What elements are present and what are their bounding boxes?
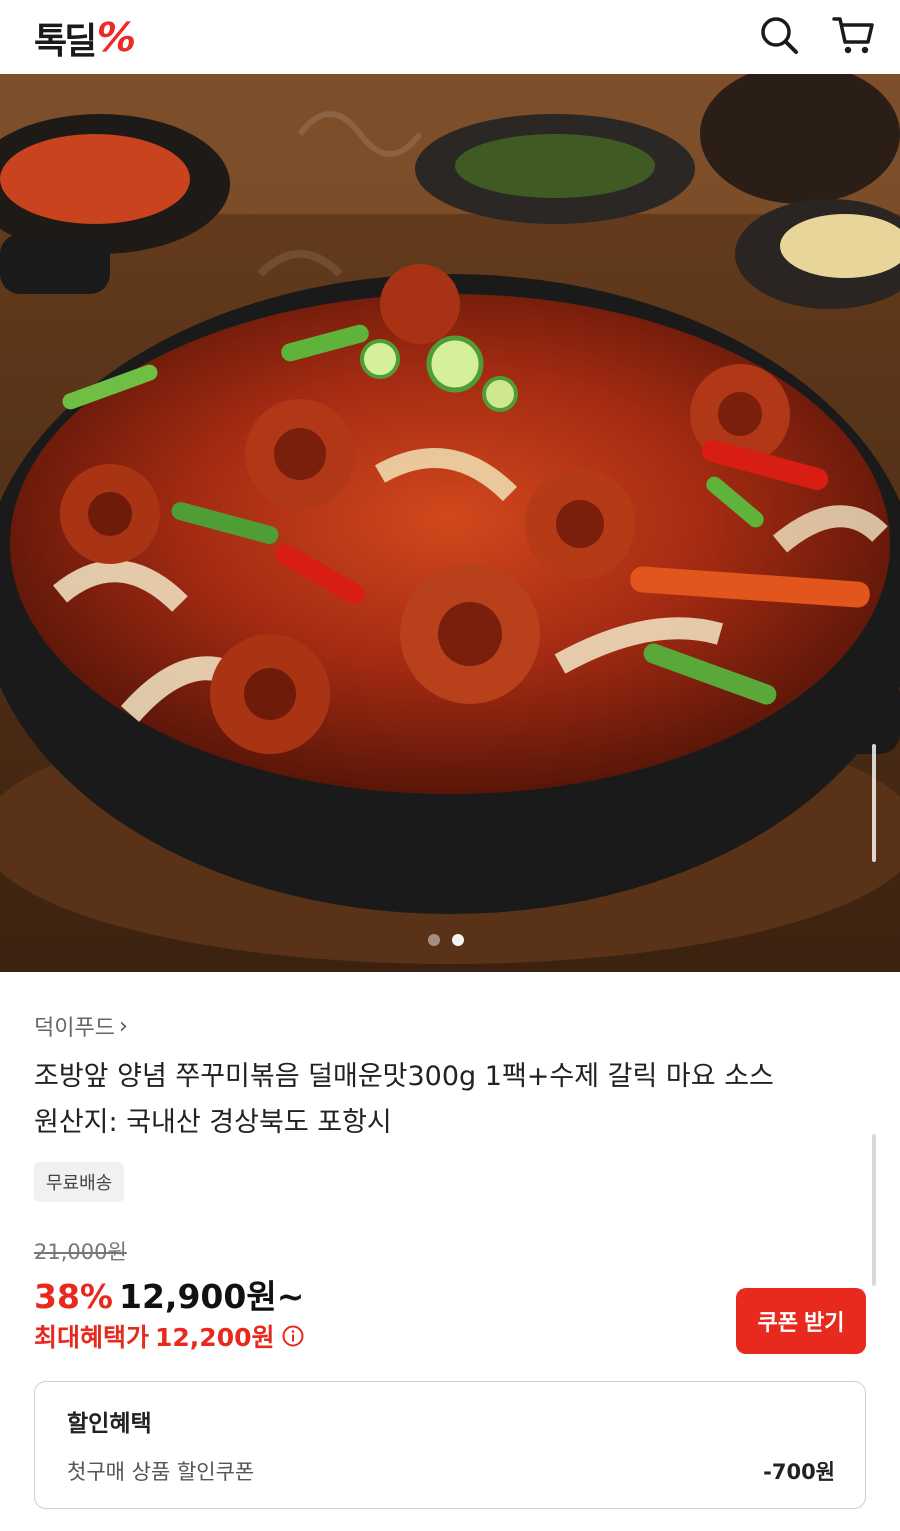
product-image-carousel[interactable] (0, 74, 900, 972)
carousel-dot[interactable] (428, 934, 440, 946)
discount-rate: 38% (34, 1277, 113, 1316)
logo[interactable]: 톡딜 % (34, 12, 141, 64)
max-benefit-price: 12,200원 (155, 1323, 275, 1352)
product-origin: 원산지: 국내산 경상북도 포항시 (34, 1107, 392, 1138)
search-button[interactable] (756, 12, 802, 58)
max-benefit-label: 최대혜택가 (34, 1323, 150, 1352)
original-price: 21,000원 (34, 1240, 127, 1264)
price-row: 38% 12,900원~ (34, 1270, 304, 1318)
seller-name: 덕이푸드 (34, 1016, 115, 1041)
max-benefit-row: 최대혜택가 12,200원 (34, 1318, 305, 1354)
first-purchase-coupon-label: 첫구매 상품 할인쿠폰 (67, 1460, 255, 1484)
coupon-button[interactable]: 쿠폰 받기 (736, 1288, 866, 1354)
cart-button[interactable] (830, 12, 876, 58)
logo-text: 톡딜 (34, 21, 97, 62)
product-photo (0, 74, 900, 972)
product-title: 조방앞 양념 쭈꾸미볶음 덜매운맛300g 1팩+수제 갈릭 마요 소스 원산지… (34, 1054, 864, 1146)
benefit-box-title: 할인혜택 (67, 1411, 152, 1437)
carousel-dot-active[interactable] (452, 934, 464, 946)
info-icon[interactable] (281, 1324, 305, 1348)
app-header: 톡딜 % (0, 0, 900, 74)
first-purchase-coupon-value: -700원 (763, 1460, 835, 1484)
page-scroll-indicator (872, 1134, 876, 1286)
carousel-dots (428, 934, 464, 946)
cart-icon (832, 17, 874, 54)
sale-price: 12,900원~ (119, 1277, 305, 1316)
image-scroll-indicator (872, 744, 876, 862)
seller-link[interactable]: 덕이푸드 › (34, 1010, 128, 1042)
logo-mark: % (91, 15, 142, 61)
chevron-right-icon: › (118, 1013, 128, 1039)
discount-benefit-box: 할인혜택 첫구매 상품 할인쿠폰 -700원 (34, 1381, 866, 1509)
search-icon (761, 17, 798, 54)
product-title-line1: 조방앞 양념 쭈꾸미볶음 덜매운맛300g 1팩+수제 갈릭 마요 소스 (34, 1061, 774, 1092)
free-shipping-badge: 무료배송 (34, 1162, 125, 1202)
